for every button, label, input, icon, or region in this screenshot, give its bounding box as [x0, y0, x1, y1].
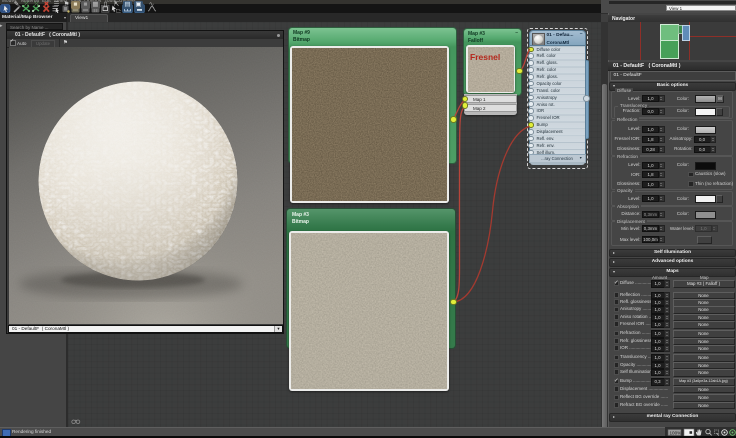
- svg-text:100%: 100%: [670, 431, 682, 436]
